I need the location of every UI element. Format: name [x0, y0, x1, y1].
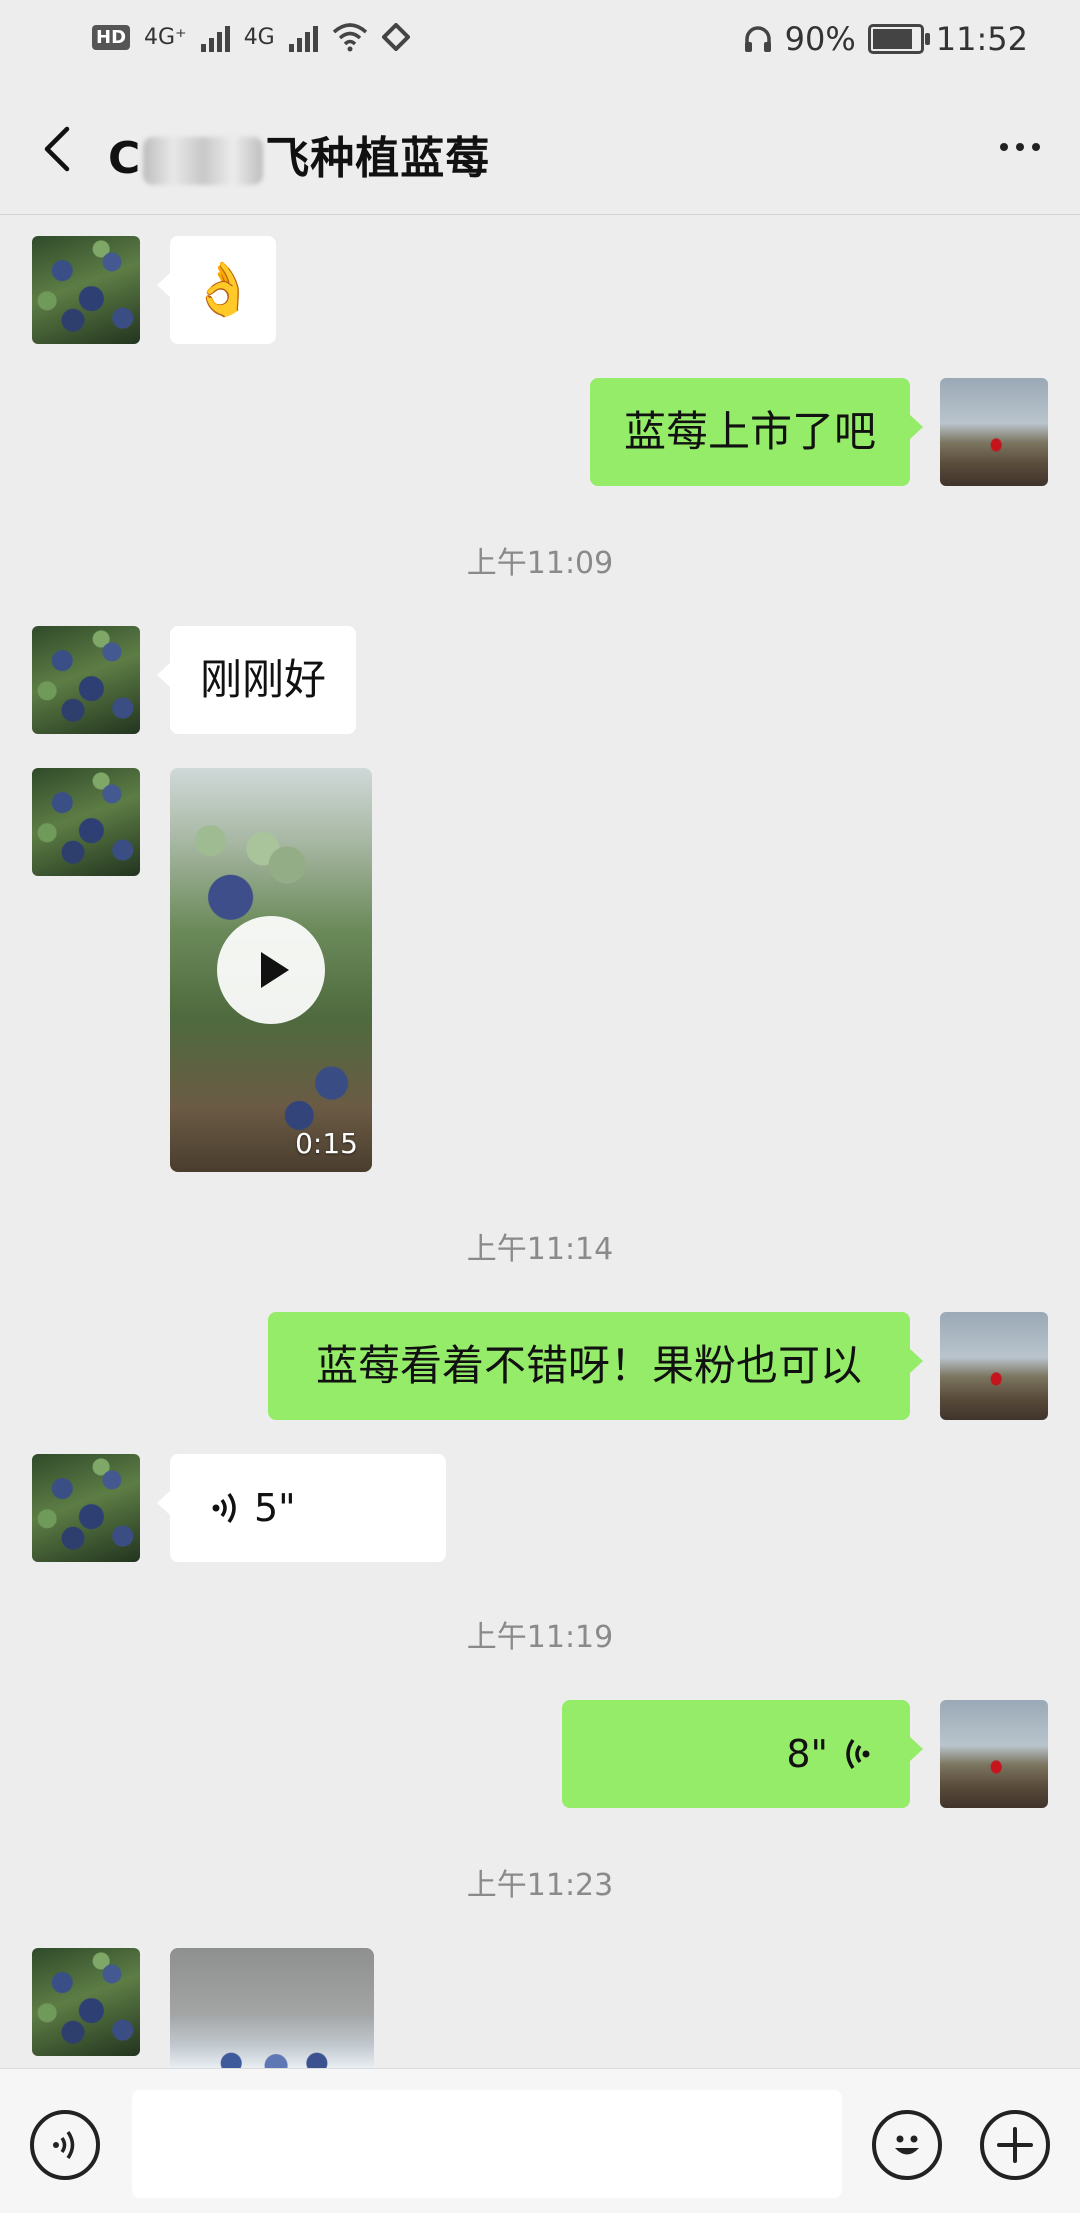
chat-title: C 飞种植蓝莓 — [108, 122, 490, 186]
voice-duration: 8" — [786, 1732, 828, 1776]
battery-percent: 90% — [784, 20, 856, 58]
self-avatar[interactable] — [940, 378, 1048, 486]
video-duration: 0:15 — [295, 1127, 358, 1160]
title-suffix: 飞种植蓝莓 — [265, 133, 491, 184]
timestamp: 上午11:14 — [466, 1232, 614, 1267]
message-bubble-sent[interactable]: 蓝莓看着不错呀！果粉也可以 — [268, 1312, 923, 1420]
voice-duration: 5" — [254, 1486, 296, 1530]
hd-badge: HD — [92, 24, 131, 50]
voice-message-sent[interactable]: 8" — [562, 1700, 923, 1808]
battery-fill — [872, 29, 913, 49]
voice-wave-icon — [846, 1738, 870, 1770]
more-dots-icon — [1000, 143, 1008, 151]
play-button[interactable] — [217, 916, 325, 1024]
plus-icon — [997, 2127, 1033, 2163]
sim1-network-label: 4G⁺ — [144, 24, 187, 50]
title-prefix: C — [108, 133, 142, 184]
contact-avatar[interactable] — [32, 1948, 140, 2056]
battery-icon — [867, 24, 930, 54]
status-right: 90% 11:52 — [743, 20, 1028, 58]
emoji-button[interactable] — [872, 2110, 942, 2180]
message-text: 刚刚好 — [199, 655, 326, 704]
message-bubble-received[interactable]: 👌 — [157, 236, 276, 344]
contact-avatar[interactable] — [32, 768, 140, 876]
status-left: HD 4G⁺ 4G — [92, 22, 410, 52]
add-button[interactable] — [980, 2110, 1050, 2180]
image-message[interactable] — [170, 1948, 374, 2068]
voice-input-icon — [53, 2131, 75, 2159]
voice-message-received[interactable]: 5" — [157, 1454, 446, 1562]
headphones-icon — [744, 26, 771, 52]
chat-header: C 飞种植蓝莓 — [0, 86, 1080, 215]
clock: 11:52 — [935, 20, 1028, 58]
timestamp: 上午11:09 — [466, 546, 614, 581]
blurred-name-segment — [143, 137, 264, 185]
message-bubble-sent[interactable]: 蓝莓上市了吧 — [590, 378, 923, 486]
self-avatar[interactable] — [940, 1700, 1048, 1808]
contact-avatar[interactable] — [32, 236, 140, 344]
status-bar: HD 4G⁺ 4G 90% 11:52 — [0, 0, 1080, 86]
video-message[interactable]: 0:15 — [170, 768, 372, 1172]
play-icon — [261, 952, 289, 988]
back-button[interactable] — [34, 124, 78, 174]
timestamp: 上午11:19 — [466, 1620, 614, 1655]
voice-wave-icon — [212, 1492, 236, 1524]
more-dot — [1032, 143, 1040, 151]
voice-input-button[interactable] — [30, 2110, 100, 2180]
signal-icon-2 — [288, 22, 318, 52]
more-dot — [1016, 143, 1024, 151]
nfc-diamond-icon — [381, 23, 410, 51]
timestamp: 上午11:23 — [466, 1868, 614, 1903]
ok-hand-emoji: 👌 — [190, 260, 256, 320]
signal-icon — [200, 22, 230, 52]
contact-avatar[interactable] — [32, 1454, 140, 1562]
sim2-network-label: 4G — [243, 24, 275, 50]
contact-avatar[interactable] — [32, 626, 140, 734]
self-avatar[interactable] — [940, 1312, 1048, 1420]
chevron-left-icon — [44, 126, 70, 172]
emoji-icon — [895, 2135, 919, 2155]
more-button[interactable] — [990, 122, 1050, 172]
message-input[interactable] — [132, 2090, 842, 2198]
message-bubble-received[interactable]: 刚刚好 — [157, 626, 356, 734]
wifi-icon — [332, 23, 367, 52]
message-text: 蓝莓上市了吧 — [623, 407, 876, 456]
message-text: 蓝莓看着不错呀！果粉也可以 — [315, 1341, 862, 1390]
